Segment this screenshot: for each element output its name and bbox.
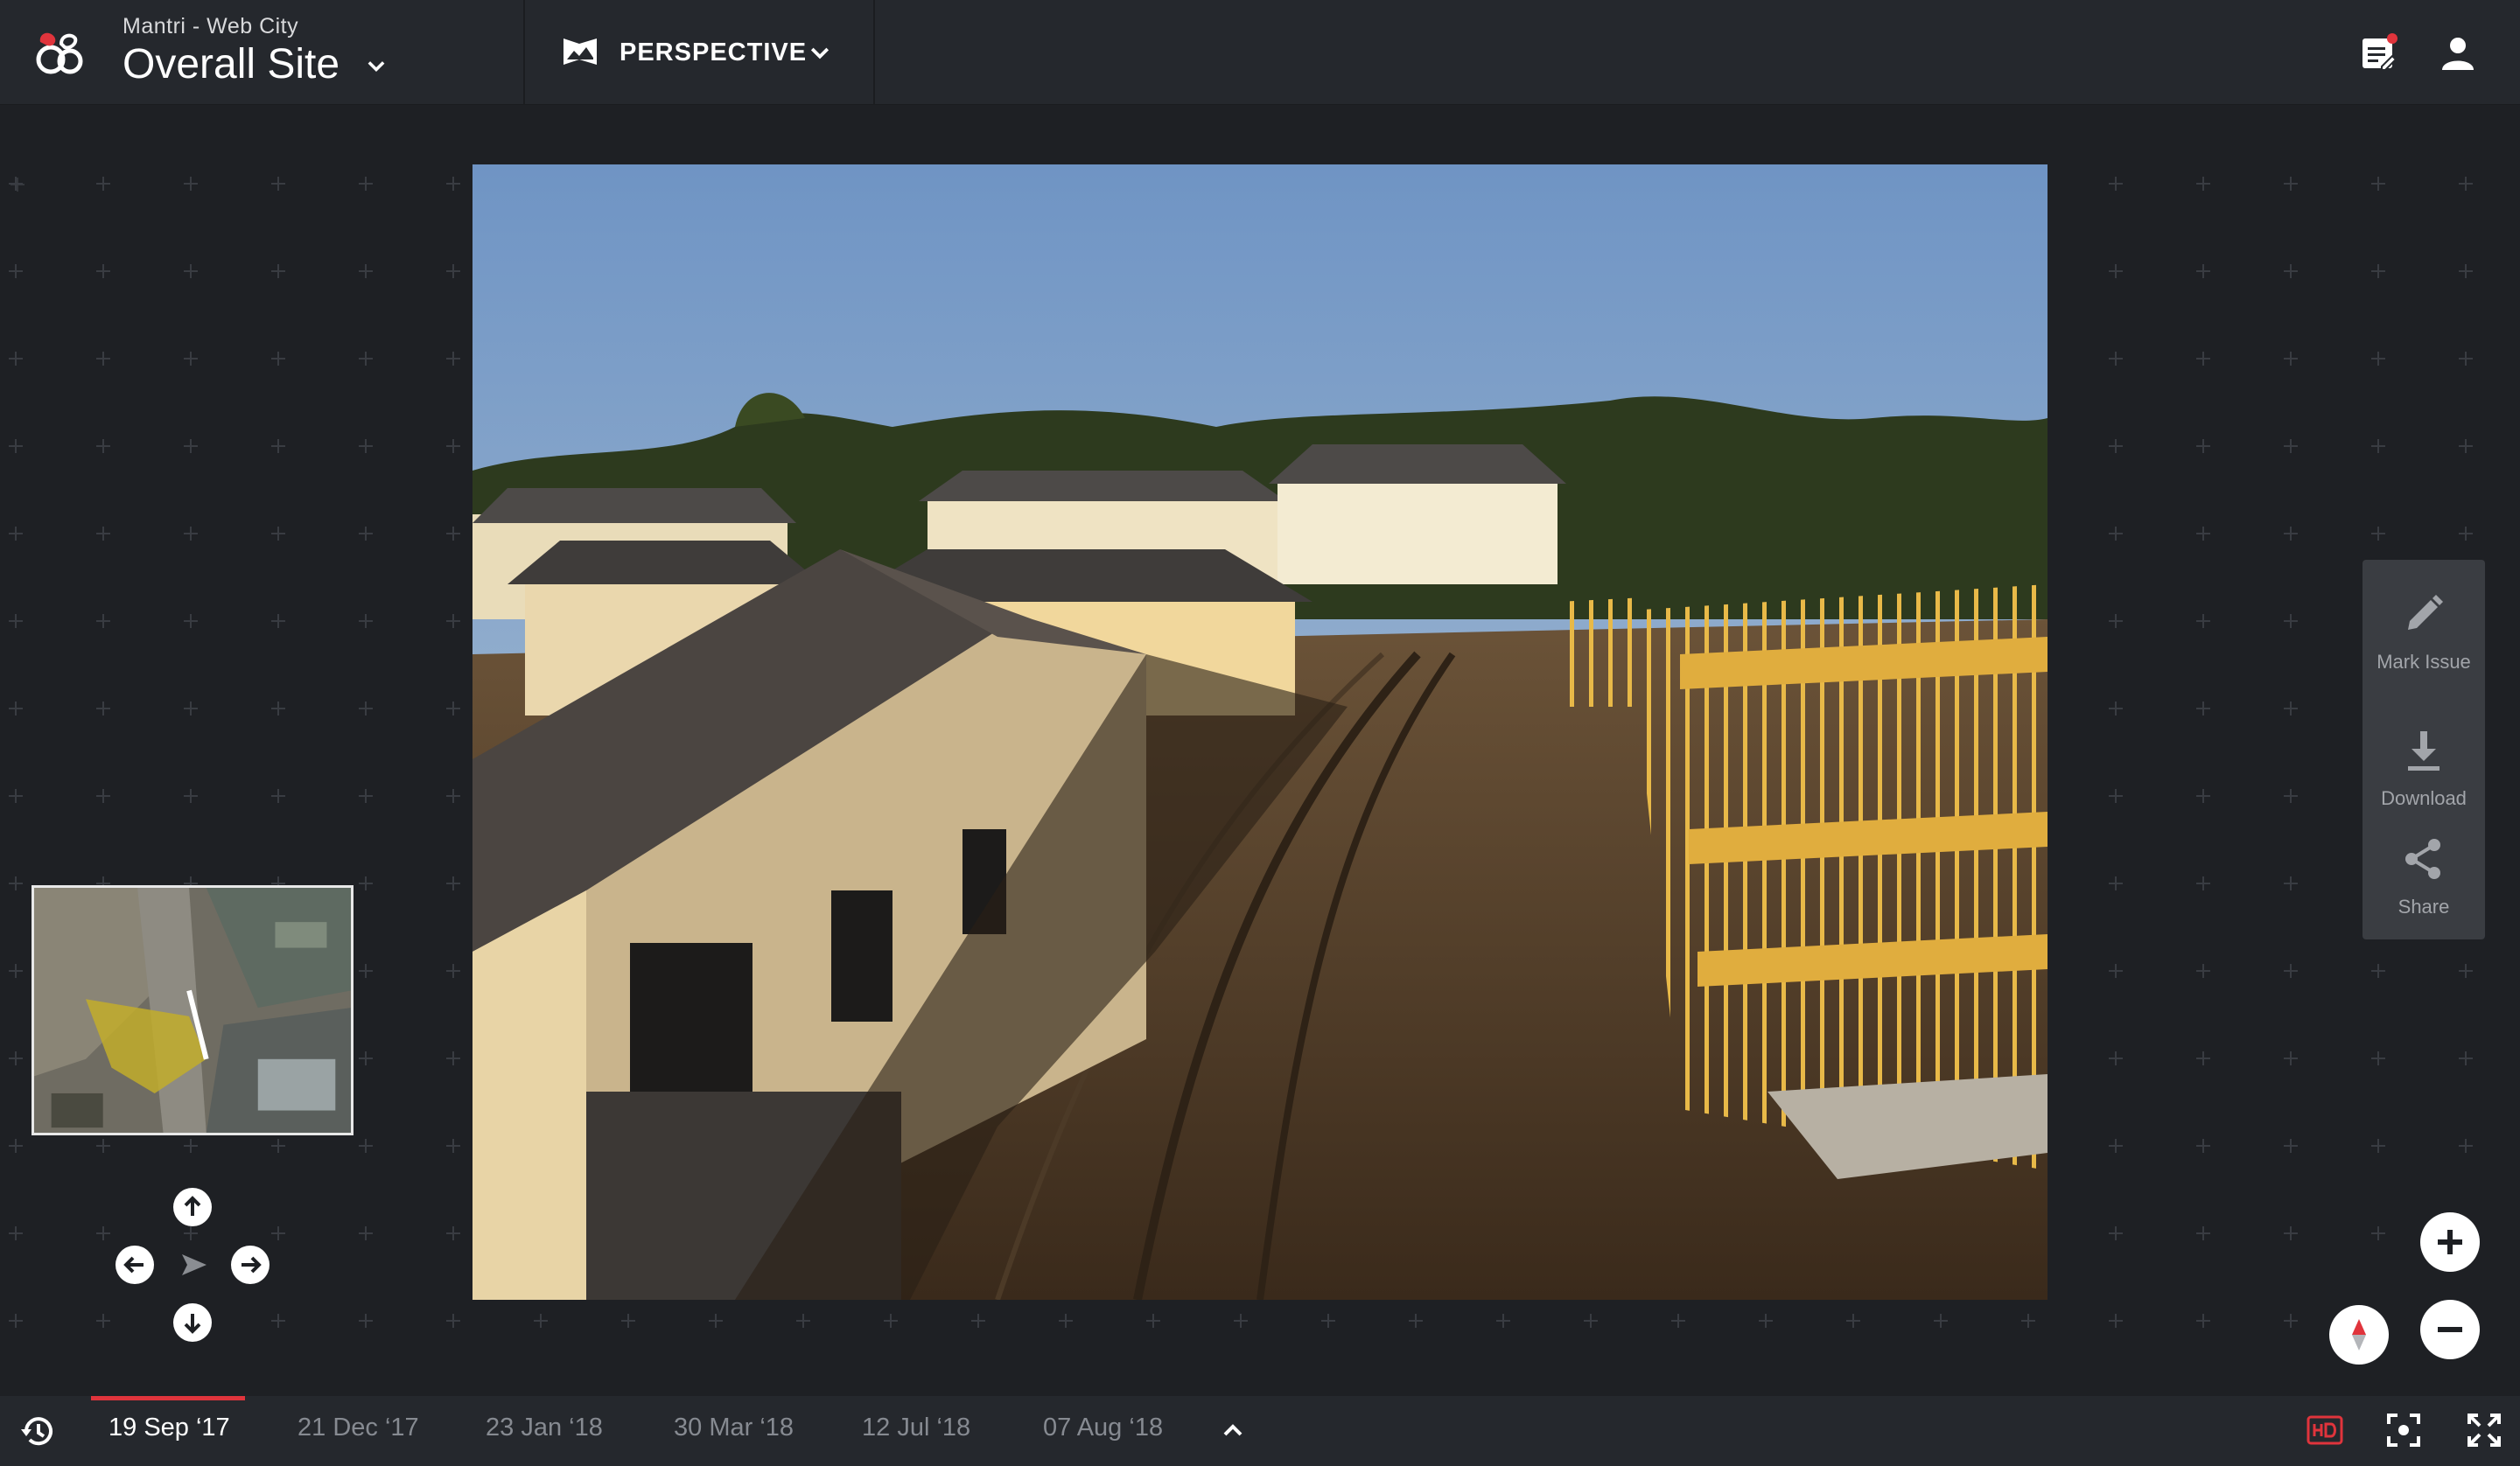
zoom-in-icon (2438, 1230, 2462, 1254)
arrow-left-icon (123, 1256, 144, 1274)
date-tab[interactable]: 23 Jan ‘18 (486, 1414, 603, 1442)
download-label: Download (2381, 787, 2467, 809)
site-minimap[interactable] (32, 885, 354, 1135)
mantri-logo[interactable] (32, 26, 88, 80)
header-divider (873, 0, 875, 105)
history-icon[interactable] (18, 1412, 56, 1450)
move-down-button[interactable] (173, 1303, 212, 1342)
notes-icon[interactable] (2357, 31, 2399, 73)
arrow-down-icon (184, 1314, 201, 1334)
view-mode-dropdown[interactable]: PERSPECTIVE (525, 0, 873, 105)
perspective-icon (564, 38, 597, 65)
chevron-down-icon[interactable] (364, 54, 388, 79)
site-selector[interactable]: Overall Site (122, 40, 340, 88)
focus-icon[interactable] (2385, 1412, 2422, 1449)
timeline-bar: 19 Sep ‘17 21 Dec ‘17 23 Jan ‘18 30 Mar … (0, 1396, 2520, 1466)
share-label: Share (2398, 896, 2450, 918)
share-icon (2405, 839, 2440, 879)
fullscreen-icon[interactable] (2466, 1412, 2502, 1449)
share-button[interactable]: Share (2362, 813, 2485, 927)
chevron-up-icon[interactable] (1218, 1415, 1248, 1445)
date-tab[interactable]: 07 Aug ‘18 (1043, 1414, 1163, 1442)
view-mode-label: PERSPECTIVE (620, 38, 808, 66)
hd-icon[interactable] (2306, 1415, 2343, 1445)
arrow-right-icon (242, 1256, 262, 1274)
date-tab[interactable]: 12 Jul ‘18 (862, 1414, 970, 1442)
zoom-out-button[interactable] (2420, 1300, 2480, 1359)
download-icon (2408, 731, 2440, 771)
mark-issue-label: Mark Issue (2376, 651, 2471, 673)
direction-pointer-icon (182, 1254, 206, 1275)
date-tab[interactable]: 19 Sep ‘17 (108, 1414, 230, 1442)
zoom-out-icon (2438, 1327, 2462, 1332)
pencil-icon (2408, 595, 2443, 630)
arrow-up-icon (184, 1196, 201, 1216)
user-icon[interactable] (2438, 33, 2478, 73)
download-button[interactable]: Download (2362, 705, 2485, 819)
move-up-button[interactable] (173, 1188, 212, 1226)
move-right-button[interactable] (231, 1246, 270, 1284)
mark-issue-button[interactable]: Mark Issue (2362, 569, 2485, 682)
top-bar: Mantri - Web City Overall Site PERSPECTI… (0, 0, 2520, 105)
zoom-in-button[interactable] (2420, 1212, 2480, 1272)
compass-button[interactable] (2329, 1305, 2389, 1365)
site-photo[interactable] (472, 164, 2048, 1300)
move-left-button[interactable] (116, 1246, 154, 1284)
date-tab[interactable]: 21 Dec ‘17 (298, 1414, 419, 1442)
date-tab[interactable]: 30 Mar ‘18 (674, 1414, 794, 1442)
compass-icon (2352, 1319, 2366, 1351)
chevron-down-icon (810, 47, 830, 59)
side-toolbar: Mark Issue Download Share (2362, 560, 2485, 939)
active-date-indicator (91, 1396, 245, 1400)
project-name: Mantri - Web City (122, 14, 299, 38)
